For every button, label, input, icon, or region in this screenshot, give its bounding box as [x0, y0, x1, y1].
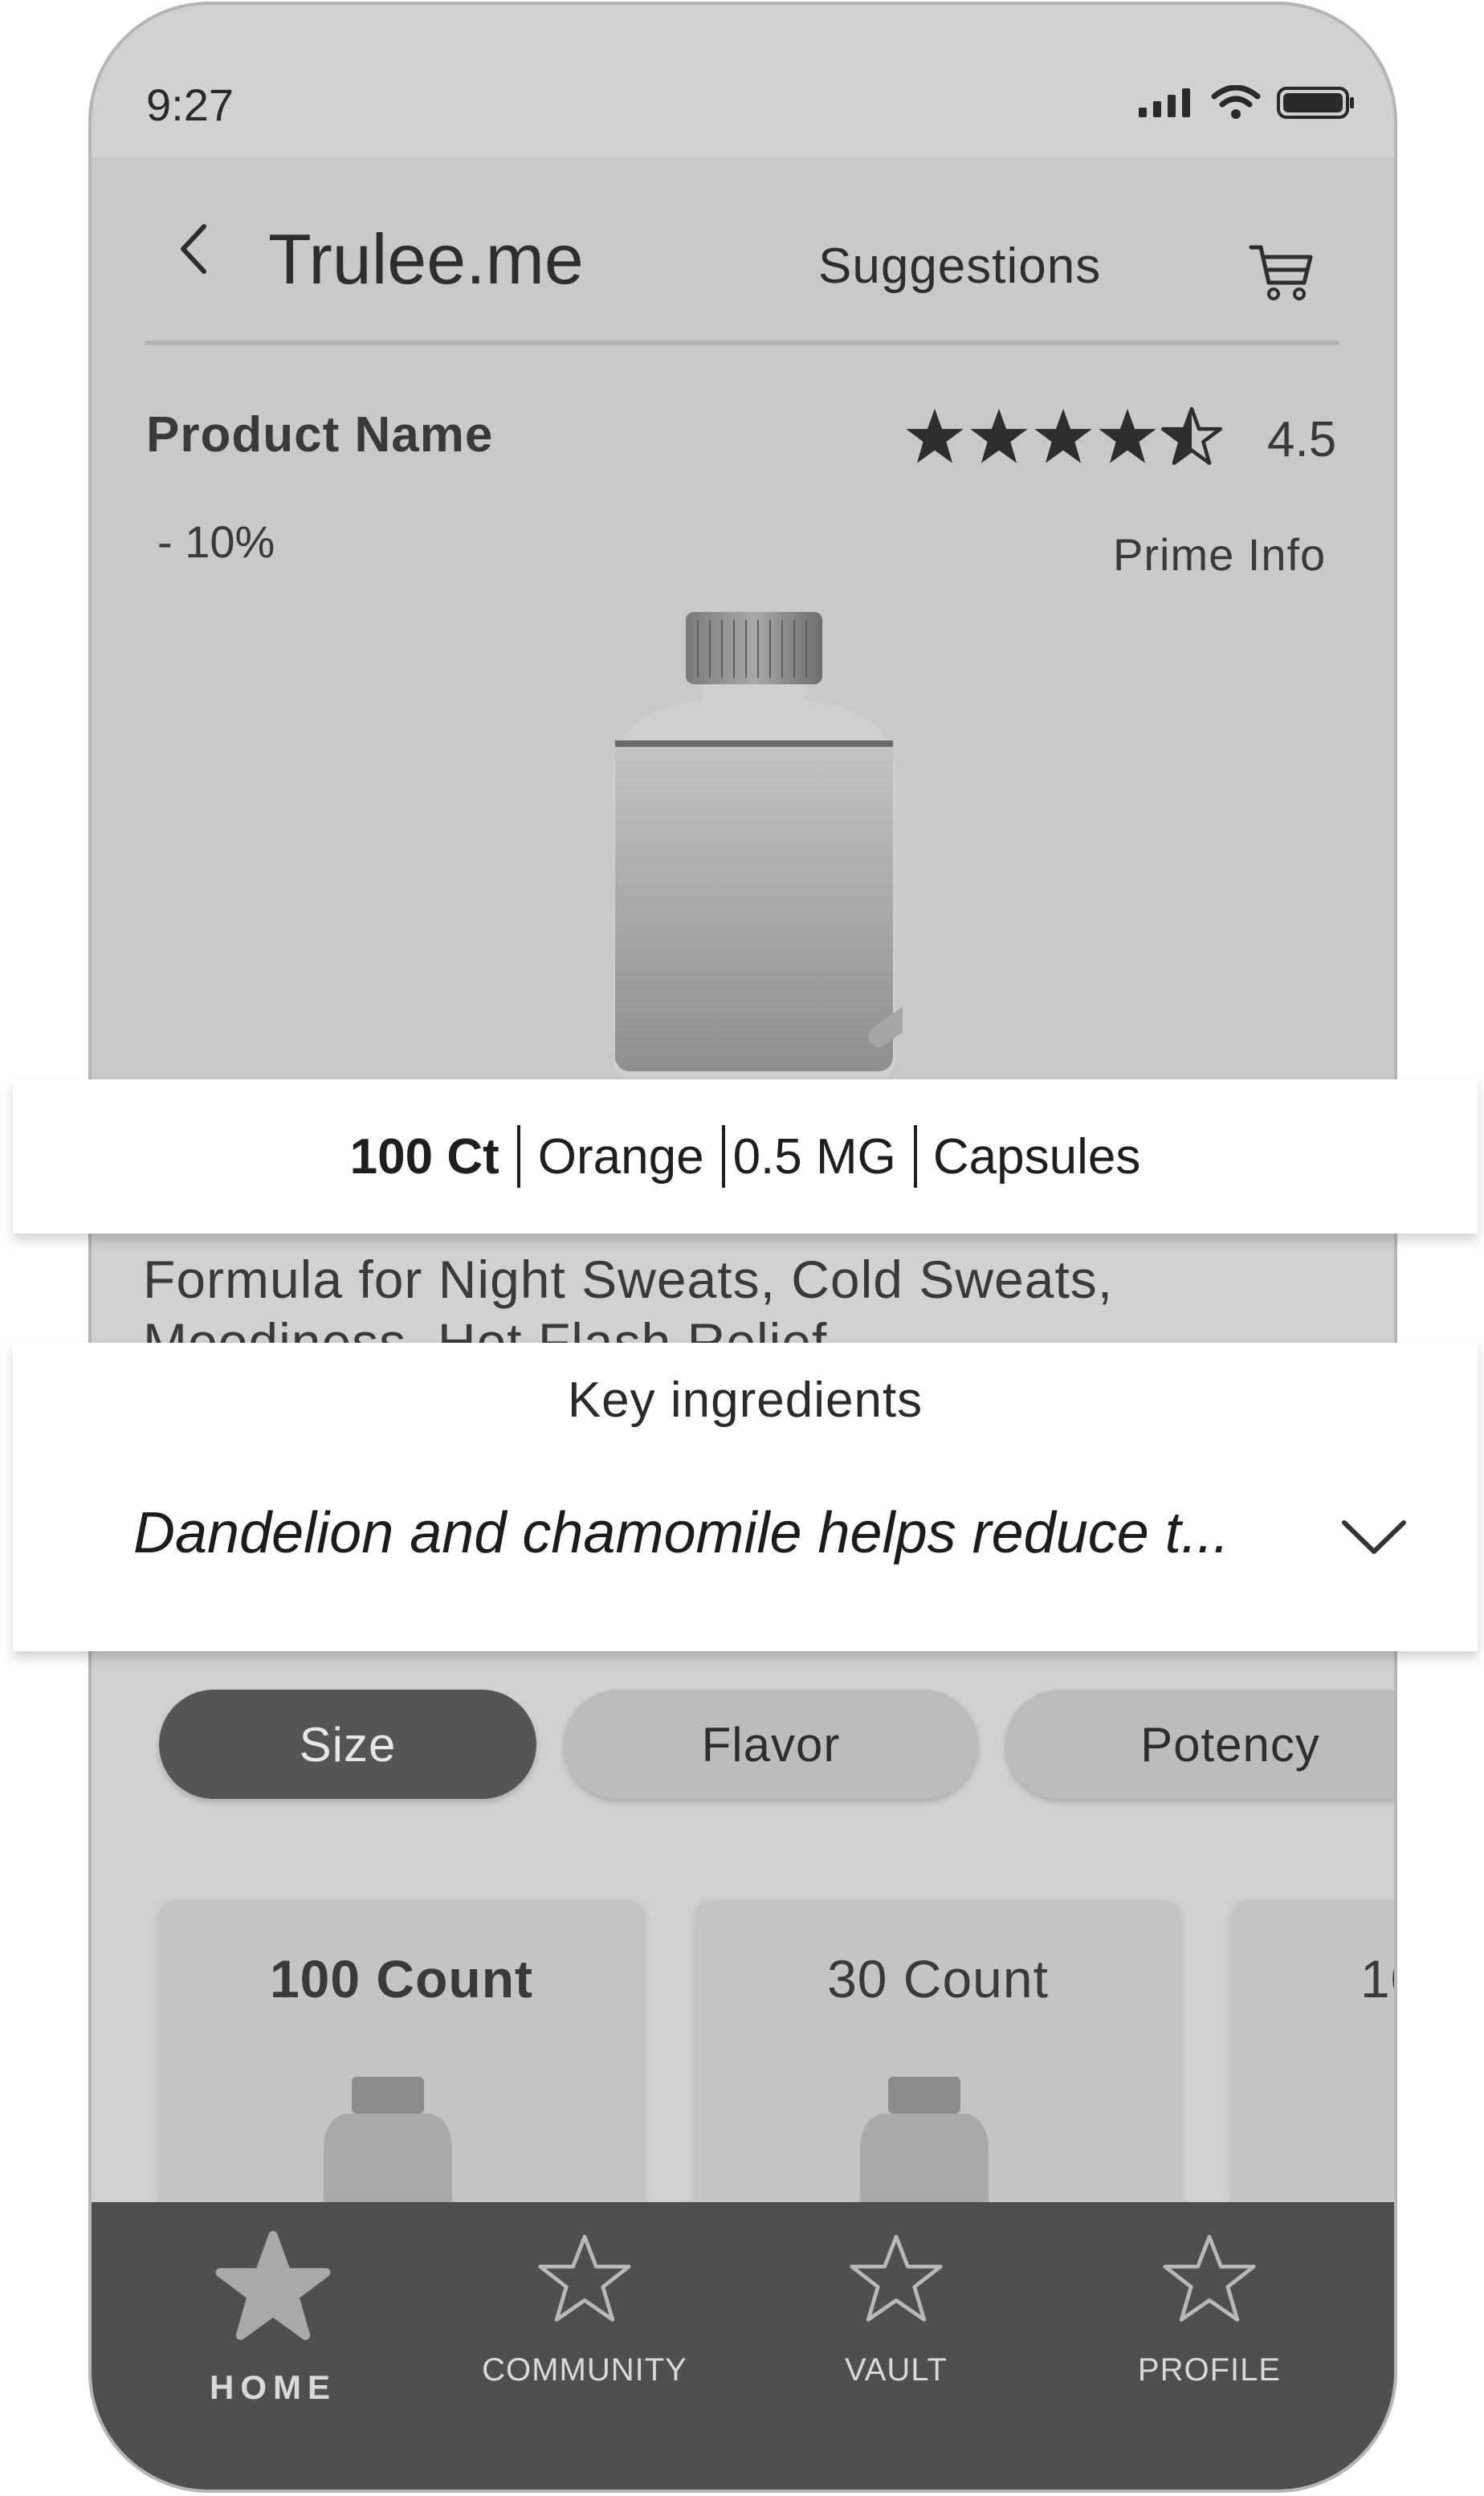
- discount-badge: - 10%: [157, 516, 275, 567]
- star-filled-icon: [906, 409, 964, 463]
- suggestions-link[interactable]: Suggestions: [818, 238, 1101, 295]
- product-name: Product Name: [146, 407, 494, 463]
- key-ingredients-text: Dandelion and chamomile helps reduce t..…: [133, 1501, 1229, 1565]
- phone-frame: 9:27 Trulee.me Suggestions Product Name …: [88, 2, 1397, 2493]
- star-half-icon: [1161, 406, 1222, 465]
- prime-info-link[interactable]: Prime Info: [1113, 528, 1326, 581]
- bottom-nav: HOME COMMUNITY VAULT PROFILE: [92, 2202, 1394, 2490]
- signal-icon: [1139, 88, 1190, 117]
- rating-value: 4.5: [1267, 412, 1337, 467]
- cart-icon: [1249, 245, 1313, 300]
- star-filled-icon: [970, 409, 1028, 463]
- count-option-100[interactable]: 100 Count: [159, 1900, 644, 2237]
- count-option-10[interactable]: 10: [1232, 1900, 1394, 2237]
- attr-flavor[interactable]: Orange: [520, 1128, 722, 1185]
- attr-potency[interactable]: 0.5 MG: [725, 1128, 914, 1185]
- star-outline-icon: [1163, 2234, 1256, 2322]
- wifi-icon: [1211, 85, 1261, 119]
- tab-flavor[interactable]: Flavor: [564, 1690, 978, 1799]
- chevron-down-icon[interactable]: [1338, 1511, 1410, 1560]
- star-outline-icon: [850, 2234, 943, 2322]
- star-filled-icon: [215, 2231, 331, 2340]
- attr-count[interactable]: 100 Ct: [332, 1128, 517, 1185]
- count-option-label: 100 Count: [269, 1949, 534, 2009]
- nav-profile[interactable]: PROFILE: [1089, 2231, 1330, 2388]
- back-button[interactable]: [175, 220, 210, 292]
- attr-form[interactable]: Capsules: [917, 1128, 1158, 1185]
- key-ingredients-title: Key ingredients: [567, 1372, 923, 1428]
- star-filled-icon: [1034, 409, 1092, 463]
- nav-community[interactable]: COMMUNITY: [464, 2231, 705, 2388]
- star-outline-icon: [538, 2234, 631, 2322]
- product-image: [565, 604, 919, 1090]
- count-option-label: 10: [1360, 1949, 1394, 2009]
- cart-button[interactable]: [1248, 243, 1315, 308]
- description-line-1: Formula for Night Sweats, Cold Sweats,: [143, 1250, 1114, 1309]
- nav-vault[interactable]: VAULT: [776, 2231, 1017, 2388]
- tab-potency[interactable]: Potency: [1005, 1690, 1394, 1799]
- count-option-label: 30 Count: [827, 1949, 1049, 2009]
- status-icons: [1137, 85, 1356, 120]
- nav-vault-label: VAULT: [845, 2352, 948, 2388]
- star-filled-icon: [1099, 409, 1156, 463]
- nav-community-label: COMMUNITY: [482, 2352, 687, 2388]
- header-divider: [145, 341, 1339, 345]
- attributes-bar: 100 Ct Orange 0.5 MG Capsules: [13, 1079, 1478, 1234]
- key-ingredients-panel[interactable]: Key ingredients Dandelion and chamomile …: [13, 1343, 1478, 1651]
- chevron-left-icon: [181, 224, 206, 274]
- nav-home[interactable]: HOME: [153, 2231, 393, 2407]
- nav-profile-label: PROFILE: [1137, 2352, 1282, 2388]
- tab-size[interactable]: Size: [159, 1690, 536, 1799]
- brand-title: Trulee.me: [268, 219, 584, 299]
- variant-tabs: Size Flavor Potency: [159, 1690, 1394, 1799]
- rating-stars: [904, 406, 1222, 467]
- battery-icon: [1277, 87, 1354, 119]
- count-option-30[interactable]: 30 Count: [695, 1900, 1180, 2237]
- status-time: 9:27: [146, 80, 234, 130]
- nav-home-label: HOME: [210, 2368, 336, 2406]
